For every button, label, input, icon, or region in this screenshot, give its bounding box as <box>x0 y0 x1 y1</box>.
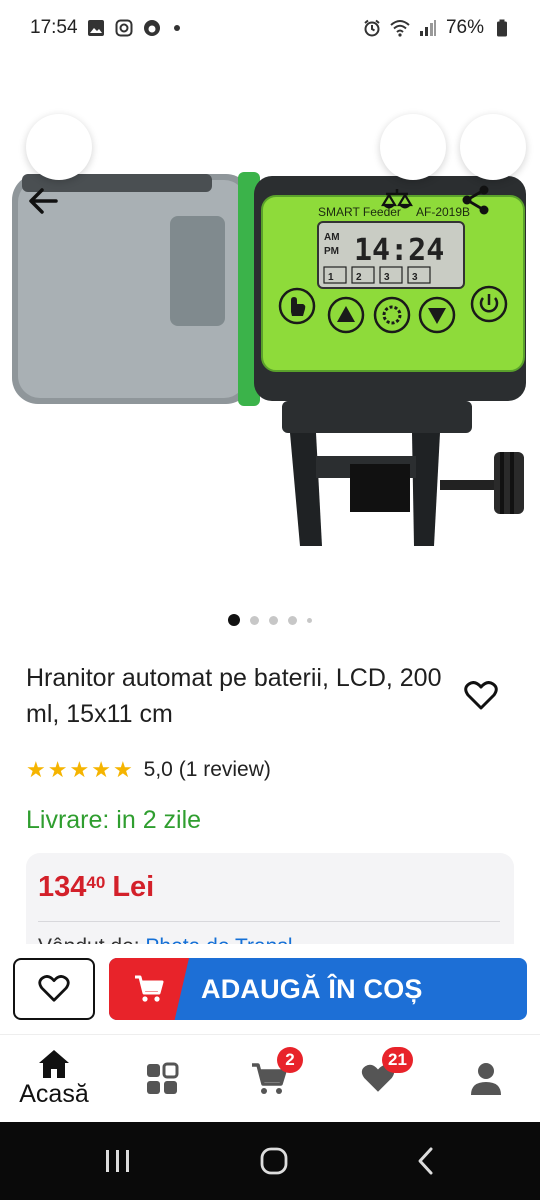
carousel-dot[interactable] <box>250 615 259 625</box>
lcd-slot-number: 2 <box>356 272 362 283</box>
wifi-icon <box>390 18 410 38</box>
delivery-info: Livrare: in 2 zile <box>26 806 202 834</box>
status-left: 17:54 <box>30 17 180 39</box>
signal-icon <box>418 18 438 38</box>
system-navigation-bar <box>0 1122 540 1200</box>
recent-apps-icon[interactable] <box>103 1148 133 1174</box>
rating-row[interactable]: ★ ★ ★ ★ ★ 5,0 (1 review) <box>26 757 271 783</box>
carousel-indicator <box>0 614 540 626</box>
star-icon: ★ <box>69 757 90 782</box>
star-icon: ★ <box>26 757 46 782</box>
account-icon <box>471 1062 501 1095</box>
rating-stars: ★ ★ ★ ★ ★ <box>26 757 133 783</box>
lcd-slot-number: 3 <box>384 272 390 283</box>
lcd-pm: PM <box>324 246 339 257</box>
heart-outline-icon <box>38 975 70 1002</box>
add-to-cart-label: ADAUGĂ ÎN COȘ <box>201 973 423 1004</box>
divider <box>38 921 500 922</box>
carousel-dot[interactable] <box>228 614 240 626</box>
star-icon: ★ <box>91 757 111 782</box>
lcd-am: AM <box>324 232 340 243</box>
price-main: 134 <box>38 871 87 903</box>
add-to-cart-button[interactable]: ADAUGĂ ÎN COȘ <box>109 958 527 1020</box>
compare-button[interactable] <box>380 114 446 209</box>
notification-dot <box>173 25 180 31</box>
nav-account[interactable] <box>432 1035 540 1122</box>
price-cents: 40 <box>86 873 106 892</box>
home-icon <box>39 1050 69 1078</box>
scale-compare-icon <box>381 189 413 209</box>
star-icon: ★ <box>112 757 133 782</box>
battery-percent: 76% <box>445 17 484 38</box>
rating-text: 5,0 (1 review) <box>143 758 271 781</box>
carousel-dot[interactable] <box>269 615 278 625</box>
categories-icon <box>147 1062 179 1094</box>
share-button[interactable] <box>460 114 526 215</box>
status-right: 76% <box>362 17 512 39</box>
lcd-time: 14:24 <box>354 233 444 268</box>
add-to-cart-bar: ADAUGĂ ÎN COȘ <box>0 944 540 1034</box>
bottom-navigation: Acasă 2 21 <box>0 1034 540 1122</box>
heart-outline-icon <box>464 681 498 710</box>
nav-favorites[interactable]: 21 <box>324 1035 432 1122</box>
favorites-badge: 21 <box>382 1047 413 1073</box>
nav-cart[interactable]: 2 <box>216 1035 324 1122</box>
battery-icon <box>492 18 512 38</box>
nav-categories[interactable] <box>108 1035 216 1122</box>
product-title: Hranitor automat pe baterii, LCD, 200 ml… <box>26 664 442 728</box>
arrow-left-icon <box>29 188 58 214</box>
lcd-slot-number: 1 <box>328 272 334 283</box>
favorite-toggle[interactable] <box>458 676 504 716</box>
product-gallery[interactable]: SMART Feeder AF-2019B AM PM 14:24 1233 <box>0 56 540 646</box>
nav-home[interactable]: Acasă <box>0 1035 108 1122</box>
status-time: 17:54 <box>30 17 78 38</box>
carousel-dot[interactable] <box>307 617 312 623</box>
product-page: 17:54 76% SMART Feeder AF-2019B AM PM 14… <box>0 0 540 1200</box>
status-bar: 17:54 76% <box>0 0 540 56</box>
vodafone-icon <box>142 18 162 38</box>
nav-home-label: Acasă <box>19 1080 89 1108</box>
carousel-dot[interactable] <box>288 615 297 625</box>
cart-icon-area <box>109 958 189 1020</box>
instagram-icon <box>114 18 134 38</box>
back-button[interactable] <box>26 114 92 214</box>
back-system-icon[interactable] <box>415 1146 437 1176</box>
price-currency: Lei <box>112 871 155 903</box>
gallery-icon <box>86 18 106 38</box>
star-icon: ★ <box>47 757 68 782</box>
price: 134 40 Lei <box>38 871 154 904</box>
alarm-icon <box>362 18 382 38</box>
home-system-icon[interactable] <box>259 1146 289 1176</box>
cart-icon <box>135 975 164 1002</box>
lcd-slot-number: 3 <box>412 272 418 283</box>
product-image: SMART Feeder AF-2019B AM PM 14:24 1233 <box>12 172 526 546</box>
cart-badge: 2 <box>277 1047 303 1073</box>
add-to-wishlist-button[interactable] <box>13 958 95 1020</box>
share-icon <box>462 185 489 215</box>
